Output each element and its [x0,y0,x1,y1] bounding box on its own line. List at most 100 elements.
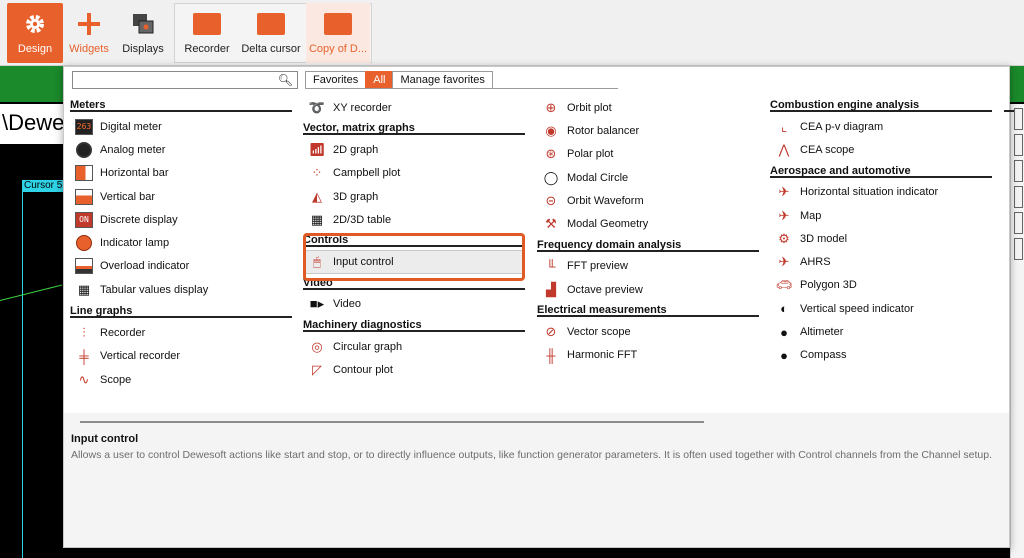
widget-item-polar-plot[interactable]: ⊛ Polar plot [537,143,759,166]
vertical-bar-icon [74,188,94,206]
background-title: \Dewe [0,104,64,144]
widget-item-label: 3D graph [333,190,379,203]
widget-item-2d-graph[interactable]: 📶︎ 2D graph [303,138,525,161]
widget-item-xy-recorder[interactable]: ➰ XY recorder [303,96,525,119]
widget-item-video[interactable]: ■▸ Video [303,293,525,316]
cursor-line[interactable] [22,192,23,558]
widgets-button[interactable]: Widgets [66,3,112,63]
widget-item-ahrs[interactable]: ✈ AHRS [770,250,992,273]
modal-circle-icon: ◯ [543,169,559,185]
delta-cursor-label: Delta cursor [241,43,301,55]
widget-item-polygon-3d[interactable]: 🚗︎ Polygon 3D [770,274,992,297]
widget-item-label: Vertical speed indicator [800,302,914,315]
widget-item-digital-meter[interactable]: 263 Digital meter [70,115,292,138]
tab-manage-favorites[interactable]: Manage favorites [392,71,493,89]
displays-button[interactable]: Displays [116,3,170,63]
recorder-display-button[interactable]: Recorder [180,3,234,63]
widget-item-harmonic-fft[interactable]: ╫ Harmonic FFT [537,344,759,367]
toolbar: Design Widgets Displays Recorder Delta c… [0,0,1024,66]
design-button[interactable]: Design [7,3,63,63]
widget-item-horizontal-situation-indicator[interactable]: ✈ Horizontal situation indicator [770,181,992,204]
widget-item-label: Analog meter [100,143,166,156]
copy-display-button[interactable]: Copy of D... [306,3,370,63]
widget-item-cea-scope[interactable]: ⋀ CEA scope [770,138,992,161]
3d-model-icon: ⚙ [778,230,790,246]
description-splitter[interactable] [80,421,704,423]
widget-item-altimeter[interactable]: ● Altimeter [770,320,992,343]
widget-item-tabular-values-display[interactable]: ▦ Tabular values display [70,278,292,301]
search-icon[interactable]: 🔍︎ [278,73,293,87]
widget-item-label: Discrete display [100,213,178,226]
widget-item-3d-model[interactable]: ⚙ 3D model [770,227,992,250]
widget-column-1: Meters 263 Digital meter Analog meter Hor… [70,96,292,391]
widget-item-compass[interactable]: ● Compass [770,344,992,367]
widget-item-label: Vertical bar [100,190,156,203]
widget-item-label: Vertical recorder [100,350,181,363]
widget-item-vertical-recorder[interactable]: ╪ Vertical recorder [70,345,292,368]
section-title-meters: Meters [70,96,292,112]
widget-item-overload-indicator[interactable]: Overload indicator [70,255,292,278]
widget-item-contour-plot[interactable]: ◸ Contour plot [303,358,525,381]
widget-item-scope[interactable]: ∿ Scope [70,368,292,391]
campbell-plot-icon: ⁘ [311,165,323,181]
widget-item-fft-preview[interactable]: ╙ FFT preview [537,255,759,278]
widgets-label: Widgets [69,43,109,55]
section-title-line-graphs: Line graphs [70,302,292,319]
widget-item-vertical-bar[interactable]: Vertical bar [70,185,292,208]
widget-item-modal-circle[interactable]: ◯ Modal Circle [537,166,759,189]
widget-item-label: Horizontal bar [100,167,169,180]
widget-item-label: Modal Geometry [567,218,649,231]
widget-item-horizontal-bar[interactable]: Horizontal bar [70,162,292,185]
tab-favorites[interactable]: Favorites [305,71,367,89]
widget-item-recorder[interactable]: ⫶ Recorder [70,321,292,344]
widget-item-label: Circular graph [333,340,403,353]
widget-item-map[interactable]: ✈ Map [770,204,992,227]
widget-item-label: 3D model [800,232,848,245]
delta-cursor-display-button[interactable]: Delta cursor [240,3,302,63]
widget-item-vertical-speed-indicator[interactable]: ◐ Vertical speed indicator [770,297,992,320]
widget-item-discrete-display[interactable]: ON Discrete display [70,208,292,231]
widget-item-rotor-balancer[interactable]: ◉ Rotor balancer [537,119,759,142]
widget-item-vector-scope[interactable]: ⊘ Vector scope [537,320,759,343]
hammer-icon: ⚒ [545,216,557,232]
widget-item-label: Altimeter [800,326,844,339]
discrete-display-icon: ON [74,211,94,229]
widget-item-label: 2D/3D table [333,213,392,226]
widget-item-circular-graph[interactable]: ◎ Circular graph [303,335,525,358]
widget-item-label: Modal Circle [567,171,629,184]
widget-item-orbit-waveform[interactable]: ⊝ Orbit Waveform [537,189,759,212]
section-title-combustion-engine-analysis: Combustion engine analysis [770,96,992,112]
airplane-icon: ✈ [778,184,790,200]
fft-preview-icon: ╙ [546,258,556,274]
widget-item-orbit-plot[interactable]: ⊕ Orbit plot [537,96,759,119]
widget-item-analog-meter[interactable]: Analog meter [70,138,292,161]
section-title-clipped [1004,96,1014,112]
widget-item-3d-graph[interactable]: ◭ 3D graph [303,185,525,208]
widget-item-label: Horizontal situation indicator [800,186,939,199]
widget-item-label: CEA scope [800,143,855,156]
widget-item-2d-3d-table[interactable]: ▦ 2D/3D table [303,208,525,231]
widget-item-campbell-plot[interactable]: ⁘ Campbell plot [303,162,525,185]
widget-item-cea-pv-diagram[interactable]: ⌞ CEA p-v diagram [770,115,992,138]
copy-display-label: Copy of D... [308,43,368,55]
widget-item-octave-preview[interactable]: ▟ Octave preview [537,278,759,301]
search-input[interactable] [73,72,273,88]
widget-item-label: 2D graph [333,143,379,156]
widget-item-input-control[interactable]: 🖱︎ Input control [303,250,525,274]
waveform-icon [192,11,222,37]
section-title-aerospace-and-automotive: Aerospace and automotive [770,162,992,178]
widget-item-label: Orbit Waveform [567,194,644,207]
widget-item-label: Map [800,209,822,222]
cursor-tag[interactable]: Cursor 5 [22,180,64,192]
widget-item-label: Compass [800,349,847,362]
tab-all[interactable]: All [365,71,394,89]
xy-recorder-icon: ➰ [308,99,326,115]
widget-item-label: Contour plot [333,364,393,377]
widget-item-label: Octave preview [567,283,643,296]
input-control-icon: 🖱︎ [313,254,321,270]
widget-item-indicator-lamp[interactable]: Indicator lamp [70,231,292,254]
scope-icon: ∿ [78,371,90,387]
vertical-recorder-icon: ╪ [79,348,89,364]
widget-item-modal-geometry[interactable]: ⚒ Modal Geometry [537,212,759,235]
rotor-balancer-icon: ◉ [545,122,557,138]
